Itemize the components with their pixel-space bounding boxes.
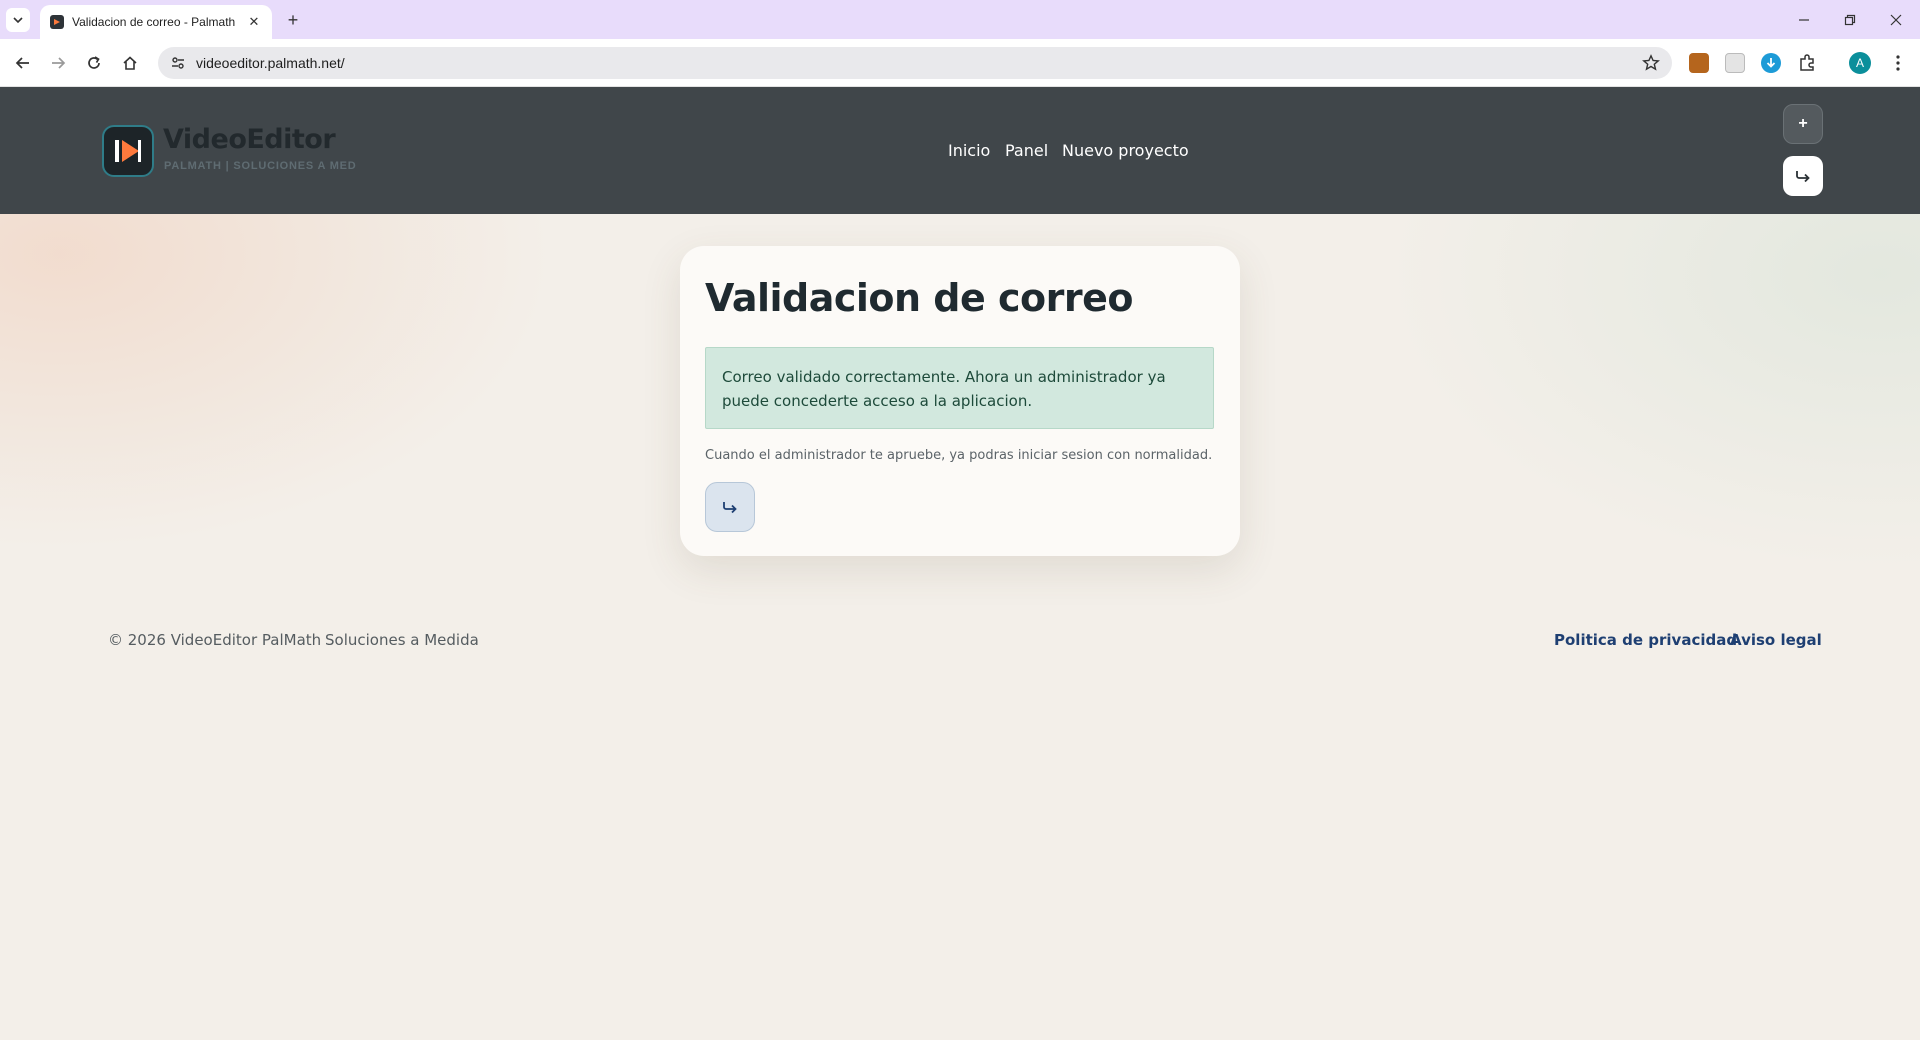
favicon-icon	[50, 15, 64, 29]
extension-1-icon[interactable]	[1689, 53, 1709, 73]
privacy-policy-link[interactable]: Politica de privacidad	[1554, 631, 1737, 649]
brand-tagline: PALMATH | SOLUCIONES A MED	[164, 160, 357, 172]
footer-copyright: © 2026 VideoEditor PalMath	[108, 631, 322, 649]
nav-new-project[interactable]: Nuevo proyecto	[1062, 141, 1189, 160]
menu-icon[interactable]	[1888, 51, 1908, 75]
tab-search-button[interactable]	[6, 8, 30, 32]
brand-name[interactable]: VideoEditor	[163, 124, 336, 155]
nav-panel[interactable]: Panel	[1005, 141, 1048, 160]
extension-2-icon[interactable]	[1725, 53, 1745, 73]
success-alert-text: Correo validado correctamente. Ahora un …	[722, 368, 1166, 410]
logo-icon[interactable]	[102, 125, 154, 177]
nav-home[interactable]: Inicio	[948, 141, 990, 160]
success-alert: Correo validado correctamente. Ahora un …	[705, 347, 1214, 429]
login-icon	[1796, 171, 1810, 183]
download-extension-icon[interactable]	[1761, 53, 1781, 73]
restore-icon[interactable]	[1838, 8, 1862, 32]
validation-card: Validacion de correo Correo validado cor…	[680, 246, 1240, 556]
star-icon[interactable]	[1642, 54, 1660, 72]
tab-title: Validacion de correo - Palmath	[72, 15, 236, 29]
go-to-login-button[interactable]	[705, 482, 755, 532]
browser-tab-active[interactable]: Validacion de correo - Palmath ✕	[40, 5, 272, 39]
approval-note: Cuando el administrador te apruebe, ya p…	[705, 448, 1213, 463]
add-button[interactable]: +	[1783, 104, 1823, 144]
reload-icon[interactable]	[82, 51, 106, 75]
profile-avatar[interactable]: A	[1849, 52, 1871, 74]
close-icon[interactable]: ✕	[246, 14, 262, 30]
address-bar[interactable]: videoeditor.palmath.net/	[158, 47, 1672, 79]
browser-tab-strip: Validacion de correo - Palmath ✕ +	[0, 0, 1920, 39]
home-icon[interactable]	[118, 51, 142, 75]
chevron-down-icon	[13, 17, 23, 24]
login-icon	[723, 502, 737, 514]
url-text: videoeditor.palmath.net/	[196, 55, 345, 71]
legal-notice-link[interactable]: Aviso legal	[1730, 631, 1822, 649]
window-close-icon[interactable]	[1884, 8, 1908, 32]
minimize-icon[interactable]	[1792, 8, 1816, 32]
extensions-icon[interactable]	[1797, 53, 1817, 73]
back-icon[interactable]	[11, 51, 35, 75]
browser-toolbar: videoeditor.palmath.net/ A	[0, 39, 1920, 87]
page-title: Validacion de correo	[705, 276, 1134, 320]
forward-icon[interactable]	[46, 51, 70, 75]
new-tab-button[interactable]: +	[282, 9, 304, 31]
footer-subtitle: Soluciones a Medida	[325, 631, 479, 649]
site-header: VideoEditor PALMATH | SOLUCIONES A MED I…	[0, 87, 1920, 214]
login-button[interactable]	[1783, 156, 1823, 196]
site-info-icon[interactable]	[170, 55, 186, 71]
